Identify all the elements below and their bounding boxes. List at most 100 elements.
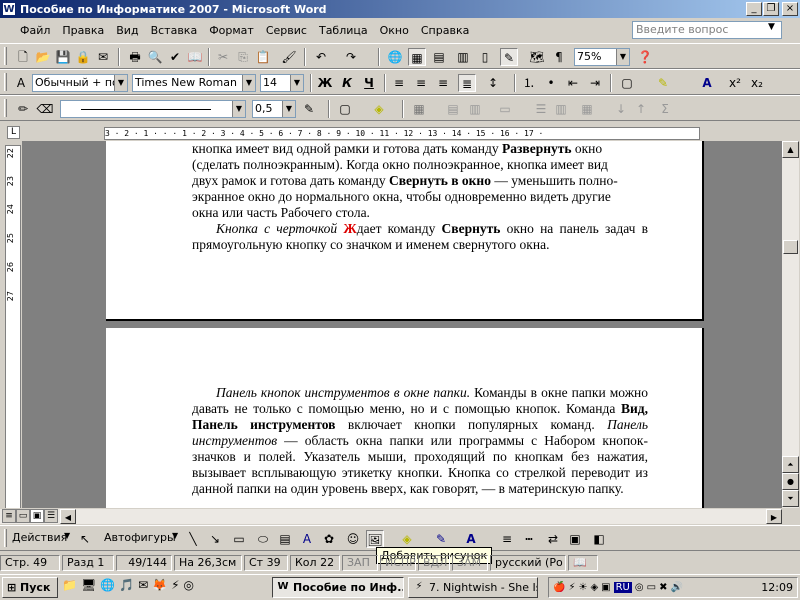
- menu-edit[interactable]: Правка: [56, 24, 110, 37]
- 3d-icon[interactable]: ◧: [590, 530, 608, 548]
- sort-descending-icon[interactable]: ↑: [632, 100, 650, 118]
- research-icon[interactable]: 📖: [186, 48, 204, 66]
- document-page[interactable]: Панель кнопок инструментов в окне папки.…: [106, 328, 704, 508]
- spelling-status-icon[interactable]: 📖: [568, 555, 598, 571]
- tray-app-icon[interactable]: 🍎: [553, 582, 565, 593]
- status-ext[interactable]: ВДЛ: [418, 555, 450, 571]
- scroll-left-icon[interactable]: ◀: [60, 509, 76, 524]
- status-ovr[interactable]: ЗАМ: [452, 555, 488, 571]
- status-rec[interactable]: ЗАП: [342, 555, 378, 571]
- horizontal-ruler[interactable]: 3 · 2 · 1 · · · 1 · 2 · 3 · 4 · 5 · 6 · …: [104, 127, 700, 140]
- print-icon[interactable]: 🖶: [126, 48, 144, 66]
- mail-icon[interactable]: ✉: [138, 578, 148, 592]
- taskbar-word-button[interactable]: W Пособие по Инф...: [272, 577, 404, 598]
- print-layout-icon[interactable]: ▣: [30, 509, 44, 523]
- outline-view-icon[interactable]: ☰: [44, 509, 58, 523]
- drawing-icon[interactable]: ✎: [500, 48, 518, 66]
- zoom-select[interactable]: 75% ▼: [574, 48, 630, 66]
- winamp-icon[interactable]: ⚡: [171, 578, 179, 592]
- chevron-down-icon[interactable]: ▼: [242, 75, 255, 91]
- ask-question-input[interactable]: Введите вопрос: [632, 21, 782, 39]
- new-document-icon[interactable]: 🗋: [14, 48, 32, 66]
- align-center-icon[interactable]: ≡: [412, 74, 430, 92]
- insert-picture-icon[interactable]: 🖼: [366, 530, 384, 548]
- toolbar-grip[interactable]: [4, 47, 7, 65]
- scroll-thumb[interactable]: [783, 240, 798, 254]
- redo-icon[interactable]: ↷: [342, 48, 360, 66]
- styles-pane-icon[interactable]: A: [12, 74, 30, 92]
- line-style-select[interactable]: ▼: [60, 100, 246, 118]
- copy-icon[interactable]: ⎘: [234, 48, 252, 66]
- app-icon[interactable]: ◎: [184, 578, 194, 592]
- desktop-icon[interactable]: 🖥: [81, 578, 96, 592]
- vertical-ruler[interactable]: 22 23 24 25 26 27: [5, 145, 21, 510]
- outside-border-icon[interactable]: ▢: [336, 100, 354, 118]
- bold-button[interactable]: Ж: [316, 74, 334, 92]
- menu-tools[interactable]: Сервис: [260, 24, 313, 37]
- chevron-down-icon[interactable]: ▼: [114, 75, 127, 91]
- wordart-icon[interactable]: A: [298, 530, 316, 548]
- normal-view-icon[interactable]: ≡: [2, 509, 16, 523]
- folder-icon[interactable]: 📁: [62, 578, 77, 592]
- taskbar-winamp-button[interactable]: ⚡ 7. Nightwish - She Is...: [408, 577, 538, 598]
- diagram-icon[interactable]: ✿: [320, 530, 338, 548]
- select-objects-icon[interactable]: ↖: [76, 530, 94, 548]
- underline-button[interactable]: Ч: [360, 74, 378, 92]
- web-view-icon[interactable]: ▭: [16, 509, 30, 523]
- document-area[interactable]: кнопка имеет вид одной рамки и готова да…: [22, 141, 782, 508]
- undo-icon[interactable]: ↶: [312, 48, 330, 66]
- bullets-icon[interactable]: •: [542, 74, 560, 92]
- line-spacing-icon[interactable]: ↕: [484, 74, 502, 92]
- menu-table[interactable]: Таблица: [313, 24, 374, 37]
- clock[interactable]: 12:09: [761, 581, 793, 594]
- menu-window[interactable]: Окно: [374, 24, 415, 37]
- text-box-icon[interactable]: ▤: [276, 530, 294, 548]
- line-icon[interactable]: ╲: [184, 530, 202, 548]
- chevron-down-icon[interactable]: ▼: [768, 22, 775, 32]
- font-color-icon[interactable]: A: [698, 74, 716, 92]
- browse-object-icon[interactable]: ●: [782, 473, 799, 490]
- shading-color-icon[interactable]: ◈: [370, 100, 388, 118]
- language-indicator[interactable]: RU: [613, 582, 632, 593]
- player-icon[interactable]: 🎵: [119, 578, 134, 592]
- hyperlink-icon[interactable]: 🌐: [386, 48, 404, 66]
- draw-table-pencil-icon[interactable]: ✏: [14, 100, 32, 118]
- superscript-icon[interactable]: x²: [726, 74, 744, 92]
- vertical-scrollbar[interactable]: ▲ ⏶ ● ⏷: [782, 141, 799, 508]
- email-icon[interactable]: ✉: [94, 48, 112, 66]
- menu-view[interactable]: Вид: [110, 24, 144, 37]
- open-folder-icon[interactable]: 📂: [34, 48, 52, 66]
- arrow-style-icon[interactable]: ⇄: [544, 530, 562, 548]
- autoshapes-menu[interactable]: Автофигуры: [104, 531, 176, 544]
- chevron-down-icon[interactable]: ▼: [64, 531, 70, 540]
- columns-icon[interactable]: ▯: [476, 48, 494, 66]
- distribute-rows-icon[interactable]: ☰: [532, 100, 550, 118]
- menu-format[interactable]: Формат: [203, 24, 260, 37]
- numbering-icon[interactable]: ⒈: [520, 74, 538, 92]
- permission-icon[interactable]: 🔒: [74, 48, 92, 66]
- document-page[interactable]: кнопка имеет вид одной рамки и готова да…: [106, 141, 704, 321]
- previous-page-icon[interactable]: ⏶: [782, 456, 799, 473]
- paste-icon[interactable]: 📋: [254, 48, 272, 66]
- menu-file[interactable]: Файл: [14, 24, 56, 37]
- clipart-icon[interactable]: ☺: [344, 530, 362, 548]
- line-color-icon[interactable]: ✎: [432, 530, 450, 548]
- justify-icon[interactable]: ≣: [458, 74, 476, 92]
- restore-button[interactable]: ❐: [763, 2, 779, 16]
- line-weight-select[interactable]: 0,5 ▼: [252, 100, 296, 118]
- scroll-right-icon[interactable]: ▶: [766, 509, 782, 524]
- toolbar-grip[interactable]: [4, 529, 7, 547]
- chevron-down-icon[interactable]: ▼: [282, 101, 295, 117]
- chevron-down-icon[interactable]: ▼: [290, 75, 303, 91]
- help-icon[interactable]: ❓: [636, 48, 654, 66]
- volume-icon[interactable]: 🔊: [670, 582, 682, 593]
- fill-color-icon[interactable]: ◈: [398, 530, 416, 548]
- insert-excel-icon[interactable]: ▥: [454, 48, 472, 66]
- border-icon[interactable]: ▢: [618, 74, 636, 92]
- format-painter-icon[interactable]: 🖌: [280, 48, 298, 66]
- close-button[interactable]: ×: [782, 2, 798, 16]
- tray-app-icon[interactable]: ▭: [647, 582, 656, 593]
- distribute-columns-icon[interactable]: ▥: [552, 100, 570, 118]
- firefox-icon[interactable]: 🦊: [152, 578, 167, 592]
- scroll-up-icon[interactable]: ▲: [782, 141, 799, 158]
